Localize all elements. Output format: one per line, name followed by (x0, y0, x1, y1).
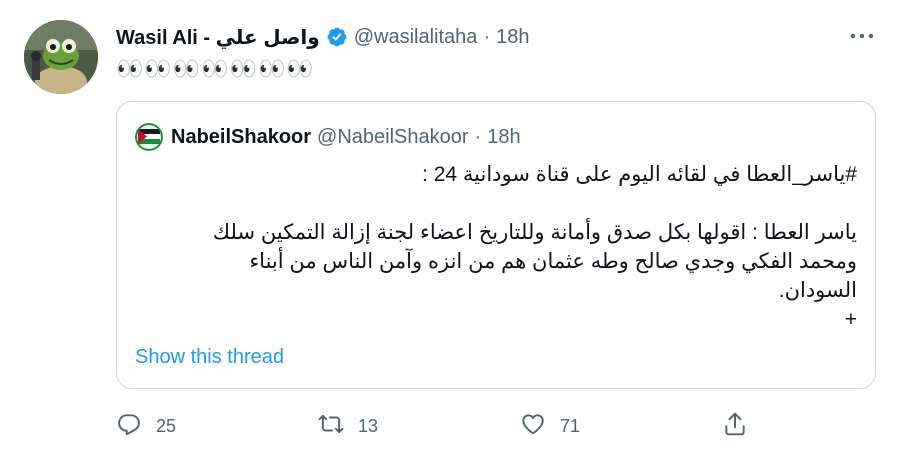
quoted-display-name[interactable]: NabeilShakoor (171, 126, 311, 149)
heart-icon (520, 411, 546, 442)
tweet-text: 👀👀👀👀👀👀👀 (116, 56, 315, 81)
like-count: 71 (560, 415, 581, 436)
quoted-timestamp[interactable]: 18h (487, 126, 520, 149)
verified-badge-icon (326, 26, 348, 48)
quoted-tweet[interactable]: NabeilShakoor @NabeilShakoor · 18h #ياسر… (116, 101, 876, 389)
display-name[interactable]: Wasil Ali - واصل علي (116, 25, 320, 50)
show-thread-link[interactable]: Show this thread (135, 346, 284, 369)
quoted-text-line: السودان. (778, 279, 857, 302)
kermit-frog-avatar[interactable] (24, 20, 98, 94)
more-options-icon[interactable] (848, 24, 876, 48)
retweet-icon (318, 411, 344, 442)
quoted-text-blank-line (137, 189, 857, 218)
reply-button[interactable]: 25 (116, 410, 176, 442)
separator-dot: · (483, 25, 491, 48)
tweet-card: Wasil Ali - واصل علي @wasilalitaha · 18h… (0, 0, 901, 460)
quoted-text-line: #ياسر_العطا في لقائه اليوم على قناة سودا… (422, 163, 857, 186)
quoted-separator-dot: · (474, 125, 482, 148)
tweet-actions: 25 13 71 (116, 410, 766, 442)
quoted-tweet-header: NabeilShakoor @NabeilShakoor · 18h (135, 122, 521, 152)
tweet-header: Wasil Ali - واصل علي @wasilalitaha · 18h (116, 22, 529, 52)
reply-icon (116, 411, 142, 442)
tweet-timestamp[interactable]: 18h (496, 26, 529, 49)
quoted-text-line: ومحمد الفكي وجدي صالح وطه عثمان هم من ان… (249, 250, 857, 273)
reply-count: 25 (156, 415, 177, 436)
retweet-count: 13 (358, 415, 379, 436)
quoted-text-line: + (844, 308, 857, 331)
quoted-text-line: ياسر العطا : اقولها بكل صدق وأمانة وللتا… (212, 221, 857, 244)
quoted-tweet-text: #ياسر_العطا في لقائه اليوم على قناة سودا… (137, 160, 857, 334)
retweet-button[interactable]: 13 (318, 410, 378, 442)
share-button[interactable] (722, 410, 748, 442)
user-handle[interactable]: @wasilalitaha (354, 26, 478, 49)
quoted-user-handle[interactable]: @NabeilShakoor (317, 126, 469, 149)
party-logo-avatar[interactable] (135, 123, 163, 151)
like-button[interactable]: 71 (520, 410, 580, 442)
share-icon (722, 411, 748, 442)
